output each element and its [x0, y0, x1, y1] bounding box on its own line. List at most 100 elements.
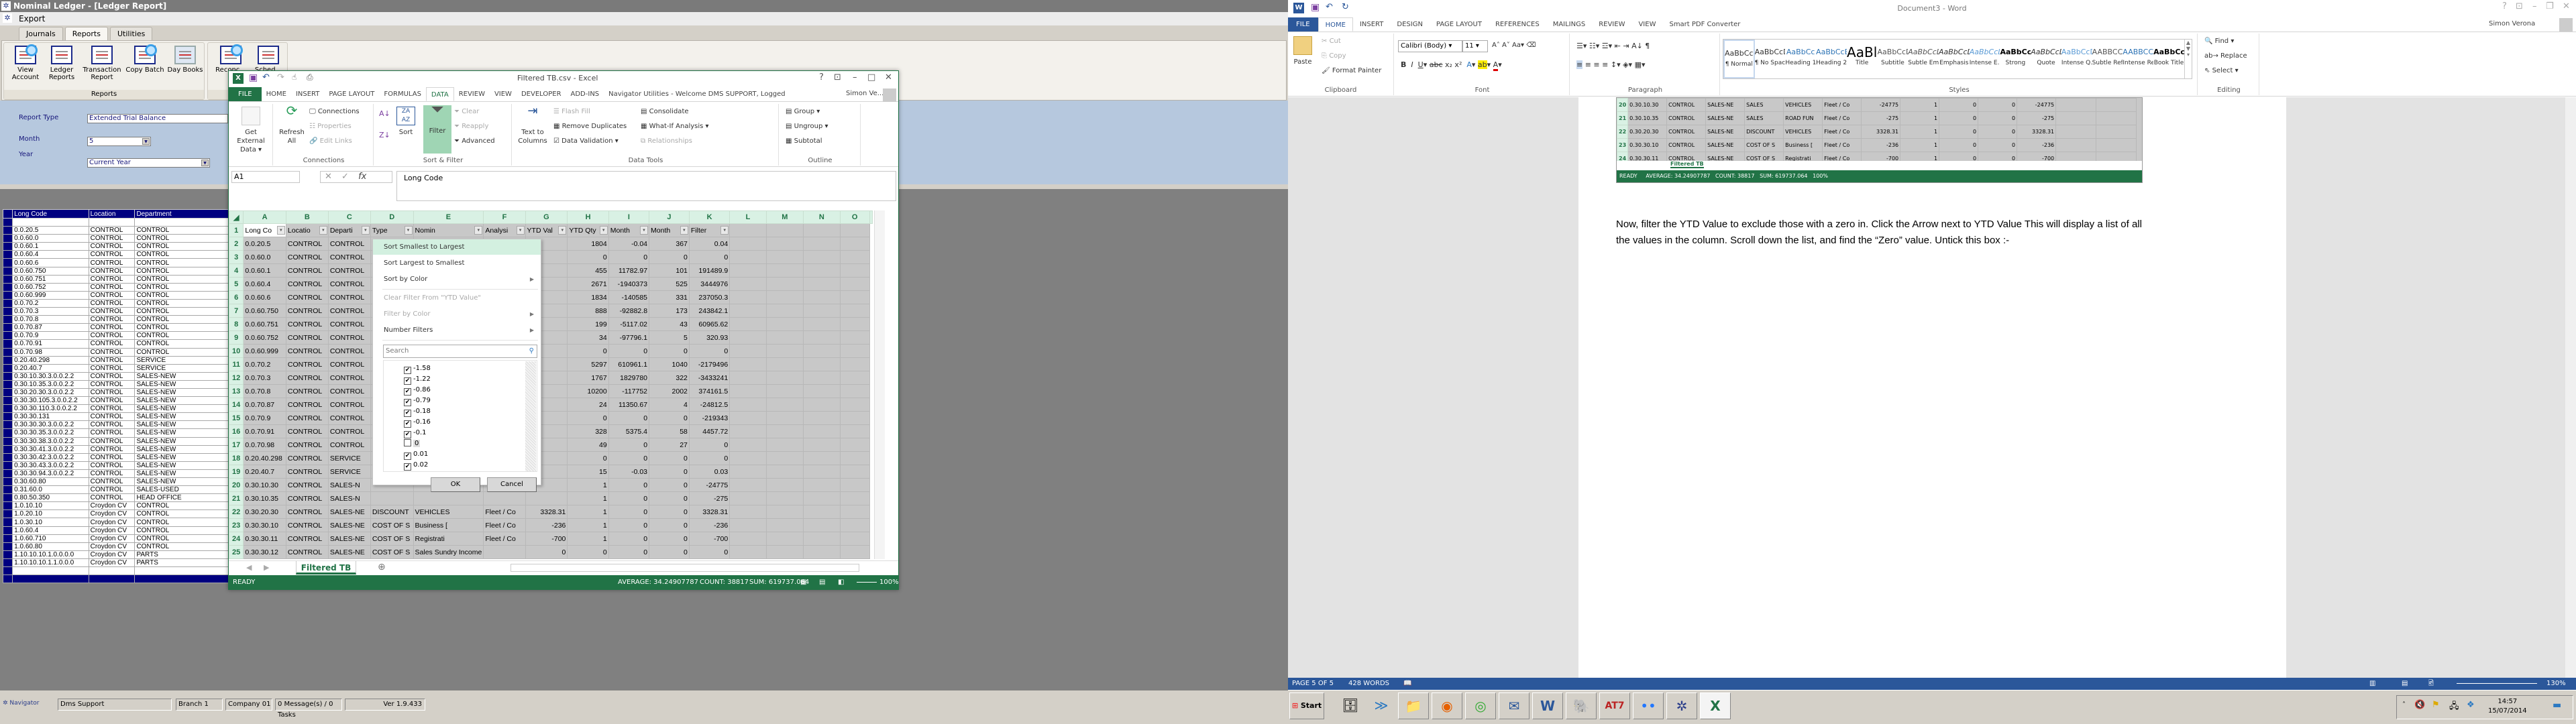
- document-page[interactable]: 20 0.30.10.30 CONTROL SALES-NE SALES VEHICLES…: [1578, 97, 2286, 678]
- cell[interactable]: 0: [688, 451, 731, 465]
- cell[interactable]: 0.30.30.10: [243, 518, 286, 532]
- header-cell[interactable]: Type ▼: [370, 223, 414, 237]
- row-selector[interactable]: [2, 217, 13, 227]
- select-all-corner[interactable]: ◢: [229, 210, 244, 224]
- cell[interactable]: CONTROL: [285, 344, 329, 358]
- row-selector[interactable]: [2, 485, 13, 495]
- cell[interactable]: 0.30.30.12: [243, 545, 286, 559]
- word-count[interactable]: 428 WORDS: [1348, 678, 1389, 690]
- row-header[interactable]: 12: [229, 371, 244, 385]
- col-header-location[interactable]: Location: [88, 209, 136, 219]
- cell[interactable]: 367: [649, 237, 690, 251]
- cell[interactable]: COST OF S: [370, 545, 414, 559]
- refresh-all-button[interactable]: ⟳ Refresh All: [277, 104, 307, 145]
- ledger-reports-button[interactable]: Ledger Reports: [46, 46, 78, 81]
- cell[interactable]: 525: [649, 277, 690, 291]
- cell[interactable]: CONTROL: [285, 277, 329, 291]
- cell[interactable]: 455: [567, 263, 609, 278]
- horizontal-scrollbar[interactable]: [511, 564, 859, 572]
- cell[interactable]: CONTROL: [327, 237, 371, 251]
- cell[interactable]: CONTROL: [327, 384, 371, 398]
- filter-value-item[interactable]: 0: [404, 438, 421, 449]
- row-header[interactable]: 8: [229, 317, 244, 331]
- add-sheet-icon[interactable]: ⊕: [378, 562, 386, 572]
- row-selector[interactable]: [2, 266, 13, 276]
- navigator-icon[interactable]: ✲: [1666, 692, 1697, 719]
- help-icon[interactable]: ?: [819, 72, 824, 82]
- read-mode-icon[interactable]: ▥: [2369, 678, 2375, 690]
- style-item[interactable]: AaBbCcDcStrong: [2000, 40, 2031, 78]
- day-books-button[interactable]: Day Books: [165, 46, 205, 74]
- row-header[interactable]: 16: [229, 424, 244, 438]
- style-item[interactable]: AaBbCcDcIntense E...: [1970, 40, 2000, 78]
- close-icon[interactable]: ✕: [885, 72, 892, 82]
- cell[interactable]: CONTROL: [285, 545, 329, 559]
- word-user[interactable]: Simon Verona: [2489, 20, 2535, 27]
- cell[interactable]: 0: [608, 478, 650, 492]
- ribbon-display-icon[interactable]: ⊡: [2516, 1, 2523, 11]
- row-header[interactable]: 10: [229, 344, 244, 358]
- cell[interactable]: CONTROL: [285, 263, 329, 278]
- cell[interactable]: 11782.97: [608, 263, 650, 278]
- checkbox-checked-icon[interactable]: ✔: [404, 420, 411, 428]
- avatar[interactable]: [2559, 18, 2573, 32]
- zoom-level[interactable]: 130%: [2546, 678, 2566, 690]
- cell[interactable]: VEHICLES: [413, 505, 484, 519]
- cell[interactable]: 320.93: [688, 330, 731, 345]
- tab-review[interactable]: REVIEW: [454, 87, 490, 101]
- row-selector[interactable]: [2, 331, 13, 341]
- touch-mode-icon[interactable]: ☝: [292, 72, 297, 82]
- cell[interactable]: 0.30.30.11: [243, 532, 286, 546]
- filter-value-item[interactable]: ✔ 0.01: [404, 449, 428, 460]
- cell[interactable]: 0: [649, 518, 690, 532]
- cell[interactable]: CONTROL: [327, 304, 371, 318]
- view-account-button[interactable]: View Account: [5, 44, 46, 81]
- row-selector[interactable]: [2, 534, 13, 543]
- tab-page[interactable]: PAGE LAYOUT: [324, 87, 379, 101]
- header-cell[interactable]: Departi ▼: [327, 223, 371, 237]
- server-manager-icon[interactable]: 🗄: [1335, 692, 1366, 719]
- checkbox-checked-icon[interactable]: ✔: [404, 388, 411, 396]
- cell[interactable]: 0.0.60.6: [243, 290, 286, 304]
- cell[interactable]: CONTROL: [285, 411, 329, 425]
- style-item[interactable]: AaBbCcDcBook Title: [2153, 40, 2184, 78]
- subtotal-button[interactable]: ▦ Subtotal: [786, 137, 822, 145]
- find-button[interactable]: 🔍 Find ▾: [2204, 38, 2234, 45]
- row-header[interactable]: 21: [229, 491, 244, 505]
- cell[interactable]: 0.30.10.35: [243, 491, 286, 505]
- cell[interactable]: 10200: [567, 384, 609, 398]
- cell[interactable]: 0.0.60.0: [243, 250, 286, 264]
- row-header[interactable]: 6: [229, 290, 244, 304]
- filter-value-item[interactable]: ✔ -1.22: [404, 374, 431, 385]
- tab-navigator[interactable]: Navigator Utilities - Welcome DMS SUPPOR…: [604, 87, 790, 101]
- cell[interactable]: 0: [649, 451, 690, 465]
- cell[interactable]: 0: [608, 491, 650, 505]
- page-layout-icon[interactable]: ▤: [819, 575, 825, 590]
- sheet-tab-filtered-tb[interactable]: Filtered TB: [296, 561, 356, 575]
- tab-insert[interactable]: INSERT: [291, 87, 324, 101]
- column-header[interactable]: B: [285, 210, 329, 224]
- print-preview-icon[interactable]: ⎙: [307, 72, 313, 82]
- cell[interactable]: 888: [567, 304, 609, 318]
- thunderbird-icon[interactable]: ✉: [1499, 692, 1529, 719]
- cell[interactable]: -5117.02: [608, 317, 650, 331]
- row-selector[interactable]: [2, 428, 13, 438]
- cell[interactable]: 4: [649, 398, 690, 412]
- vertical-scrollbar[interactable]: [2565, 97, 2576, 678]
- flickr-icon[interactable]: ••: [1633, 692, 1664, 719]
- cell[interactable]: 2002: [649, 384, 690, 398]
- cell[interactable]: 0: [608, 411, 650, 425]
- copy-button[interactable]: ⎘ Copy: [1322, 52, 1346, 60]
- cell[interactable]: 0: [688, 545, 731, 559]
- web-layout-icon[interactable]: 🖻: [2428, 678, 2434, 690]
- header-cell[interactable]: Locatio ▼: [285, 223, 329, 237]
- restore-icon[interactable]: ❐: [2546, 1, 2554, 11]
- next-sheet-icon[interactable]: ▶: [264, 563, 269, 572]
- row-selector[interactable]: [2, 355, 13, 365]
- cell[interactable]: 191489.9: [688, 263, 731, 278]
- cell[interactable]: 0: [608, 438, 650, 452]
- excel-user[interactable]: Simon Ve...: [846, 90, 883, 97]
- volume-muted-icon[interactable]: 🔇: [2414, 700, 2425, 710]
- cell[interactable]: [370, 491, 414, 505]
- sort-ascending-icon[interactable]: A↓: [379, 109, 390, 118]
